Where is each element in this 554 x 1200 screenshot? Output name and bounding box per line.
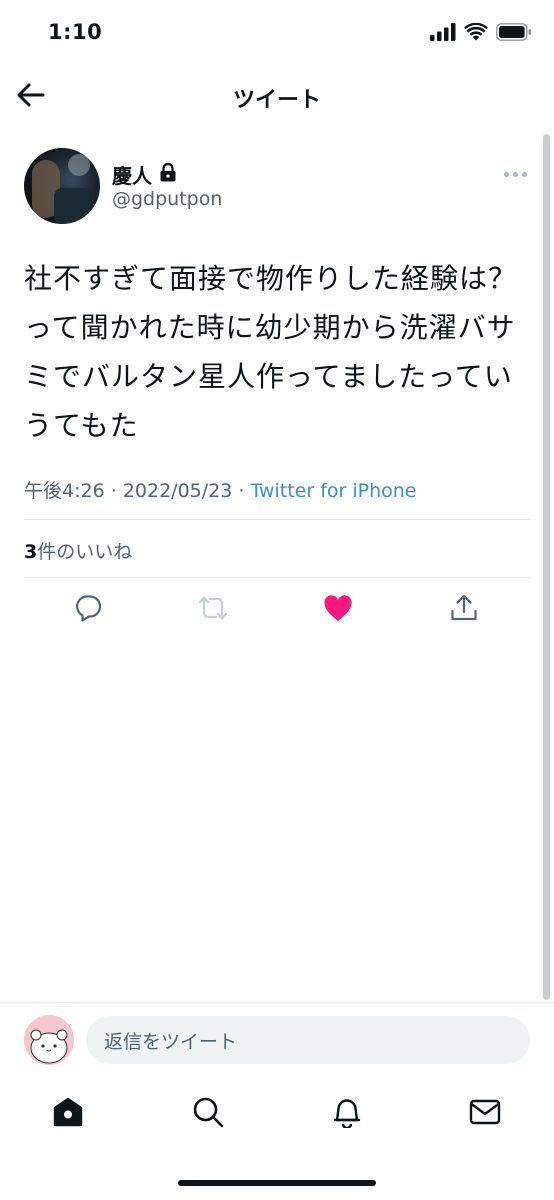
tweet-time: 午後4:26	[24, 480, 105, 502]
share-button[interactable]	[444, 590, 484, 630]
author-avatar[interactable]	[24, 148, 100, 224]
meta-separator: ·	[238, 480, 245, 502]
status-time: 1:10	[48, 20, 103, 44]
cellular-signal-icon	[430, 23, 456, 45]
more-dot	[522, 171, 527, 177]
meta-separator: ·	[110, 480, 117, 502]
scrollbar[interactable]	[543, 134, 550, 1000]
retweet-icon	[196, 593, 230, 627]
notifications-icon	[332, 1096, 362, 1132]
status-icons	[430, 22, 532, 46]
likes-label: 件のいいね	[37, 541, 133, 563]
home-icon	[52, 1097, 84, 1131]
tweet-text: 社不すぎて面接で物作りした経験は？って聞かれた時に幼少期から洗濯バサミでバルタン…	[24, 262, 518, 442]
more-dot	[513, 171, 518, 177]
like-icon	[323, 594, 353, 626]
tab-messages[interactable]	[465, 1094, 505, 1134]
home-indicator[interactable]	[178, 1180, 376, 1186]
battery-icon	[496, 23, 532, 45]
my-avatar[interactable]	[24, 1015, 74, 1065]
likes-count-link[interactable]: 3件のいいね	[24, 537, 132, 564]
wifi-icon	[464, 22, 488, 45]
like-button[interactable]	[318, 590, 358, 630]
divider	[24, 519, 530, 520]
lock-icon	[160, 162, 176, 187]
tweet-source-link[interactable]: Twitter for iPhone	[250, 480, 416, 502]
share-icon	[449, 593, 479, 627]
tweet-meta: 午後4:26 · 2022/05/23 · Twitter for iPhone	[24, 476, 417, 503]
retweet-button	[193, 590, 233, 630]
reply-icon	[73, 593, 103, 627]
reply-button[interactable]	[68, 590, 108, 630]
author-name: 慶人	[112, 164, 152, 188]
divider	[24, 577, 530, 578]
tab-notifications[interactable]	[327, 1094, 367, 1134]
author-name-row[interactable]: 慶人	[112, 160, 176, 189]
reply-bar-divider	[0, 1002, 554, 1003]
page-title: ツイート	[232, 88, 321, 113]
tab-search[interactable]	[188, 1094, 228, 1134]
search-icon	[192, 1096, 224, 1132]
more-options-button[interactable]	[504, 170, 530, 178]
tweet-date: 2022/05/23	[122, 480, 233, 502]
tab-home[interactable]	[48, 1094, 88, 1134]
more-dot	[504, 171, 509, 177]
author-handle[interactable]: @gdputpon	[112, 188, 222, 210]
reply-placeholder: 返信をツイート	[104, 1030, 238, 1053]
reply-input[interactable]: 返信をツイート	[86, 1016, 530, 1064]
likes-count: 3	[24, 541, 38, 563]
messages-icon	[469, 1099, 501, 1129]
